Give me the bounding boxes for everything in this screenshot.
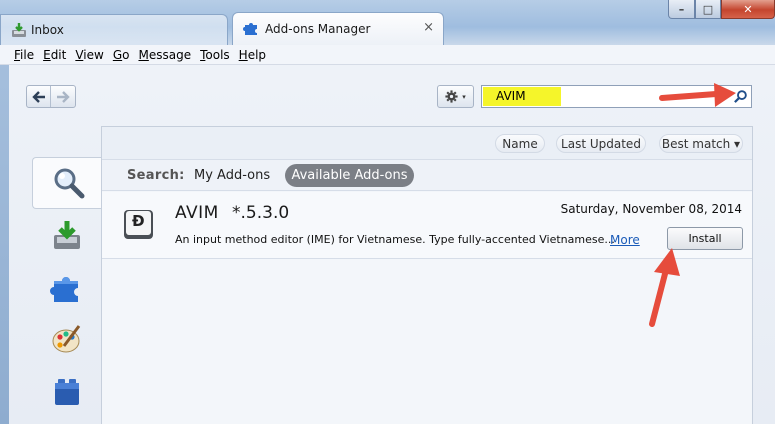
more-link[interactable]: More bbox=[610, 233, 640, 247]
addons-content: ▾ AVIM Name Last Updated Best match ▾ Se… bbox=[9, 65, 775, 424]
results-panel: Name Last Updated Best match ▾ Search: M… bbox=[101, 126, 753, 424]
gear-icon bbox=[445, 90, 458, 103]
search-scope-label: Search: bbox=[127, 168, 185, 183]
get-addons-download-icon bbox=[54, 221, 80, 249]
addon-date: Saturday, November 08, 2014 bbox=[560, 202, 742, 216]
tab-label: Inbox bbox=[31, 23, 64, 37]
sort-name-button[interactable]: Name bbox=[495, 134, 545, 153]
menu-help[interactable]: Help bbox=[239, 48, 266, 62]
back-button[interactable] bbox=[27, 86, 52, 107]
window-controls: – □ ✕ bbox=[668, 0, 775, 19]
install-button[interactable]: Install bbox=[667, 227, 743, 250]
extensions-puzzle-icon bbox=[50, 277, 78, 302]
appearance-palette-icon bbox=[52, 325, 81, 353]
sort-last-updated-button[interactable]: Last Updated bbox=[556, 134, 646, 153]
tab-close-icon[interactable]: × bbox=[423, 20, 434, 35]
forward-arrow-icon bbox=[57, 90, 70, 103]
close-window-button[interactable]: ✕ bbox=[721, 0, 775, 19]
sort-best-match-button[interactable]: Best match ▾ bbox=[659, 134, 743, 153]
tab-inbox[interactable]: Inbox bbox=[0, 14, 228, 45]
scope-available-addons[interactable]: Available Add-ons bbox=[285, 164, 414, 187]
chevron-down-icon: ▾ bbox=[462, 92, 466, 101]
category-plugins[interactable] bbox=[32, 366, 102, 418]
search-icon[interactable] bbox=[733, 89, 748, 104]
minimize-button[interactable]: – bbox=[668, 0, 695, 19]
list-item[interactable]: Đ AVIM *.5.3.0 Saturday, November 08, 20… bbox=[102, 192, 752, 259]
category-appearance[interactable] bbox=[32, 314, 102, 366]
addon-version: *.5.3.0 bbox=[232, 203, 290, 223]
search-magnifier-icon bbox=[54, 168, 84, 199]
scope-my-addons[interactable]: My Add-ons bbox=[194, 168, 270, 183]
search-scope-bar: Search: My Add-ons Available Add-ons bbox=[102, 159, 752, 191]
addon-icon-letter: Đ bbox=[132, 212, 145, 230]
maximize-button[interactable]: □ bbox=[695, 0, 721, 19]
menu-message[interactable]: Message bbox=[138, 48, 191, 62]
addon-description: An input method editor (IME) for Vietnam… bbox=[175, 233, 615, 246]
tools-gear-button[interactable]: ▾ bbox=[437, 85, 474, 108]
category-extensions[interactable] bbox=[32, 262, 102, 314]
menu-tools[interactable]: Tools bbox=[200, 48, 230, 62]
nav-buttons bbox=[26, 85, 76, 108]
puzzle-piece-icon bbox=[243, 23, 257, 35]
search-input[interactable]: AVIM bbox=[481, 85, 752, 108]
category-search[interactable] bbox=[32, 157, 102, 209]
title-bar: Inbox Add-ons Manager × – □ ✕ bbox=[0, 0, 775, 45]
tab-label: Add-ons Manager bbox=[265, 22, 371, 36]
sort-bar: Name Last Updated Best match ▾ bbox=[102, 127, 752, 159]
category-get-addons[interactable] bbox=[32, 209, 102, 261]
category-list bbox=[9, 152, 102, 424]
search-value: AVIM bbox=[496, 89, 526, 103]
addon-name: AVIM bbox=[175, 203, 219, 223]
menu-view[interactable]: View bbox=[75, 48, 103, 62]
menu-edit[interactable]: Edit bbox=[43, 48, 66, 62]
menu-bar: File Edit View Go Message Tools Help bbox=[0, 45, 775, 65]
plugins-lego-icon bbox=[55, 379, 79, 405]
menu-file[interactable]: File bbox=[14, 48, 34, 62]
back-arrow-icon bbox=[31, 90, 45, 103]
scrollbar[interactable] bbox=[753, 65, 775, 424]
tab-addons-manager[interactable]: Add-ons Manager × bbox=[232, 12, 444, 45]
forward-button[interactable] bbox=[51, 86, 75, 107]
menu-go[interactable]: Go bbox=[113, 48, 130, 62]
inbox-tray-icon bbox=[12, 23, 26, 37]
